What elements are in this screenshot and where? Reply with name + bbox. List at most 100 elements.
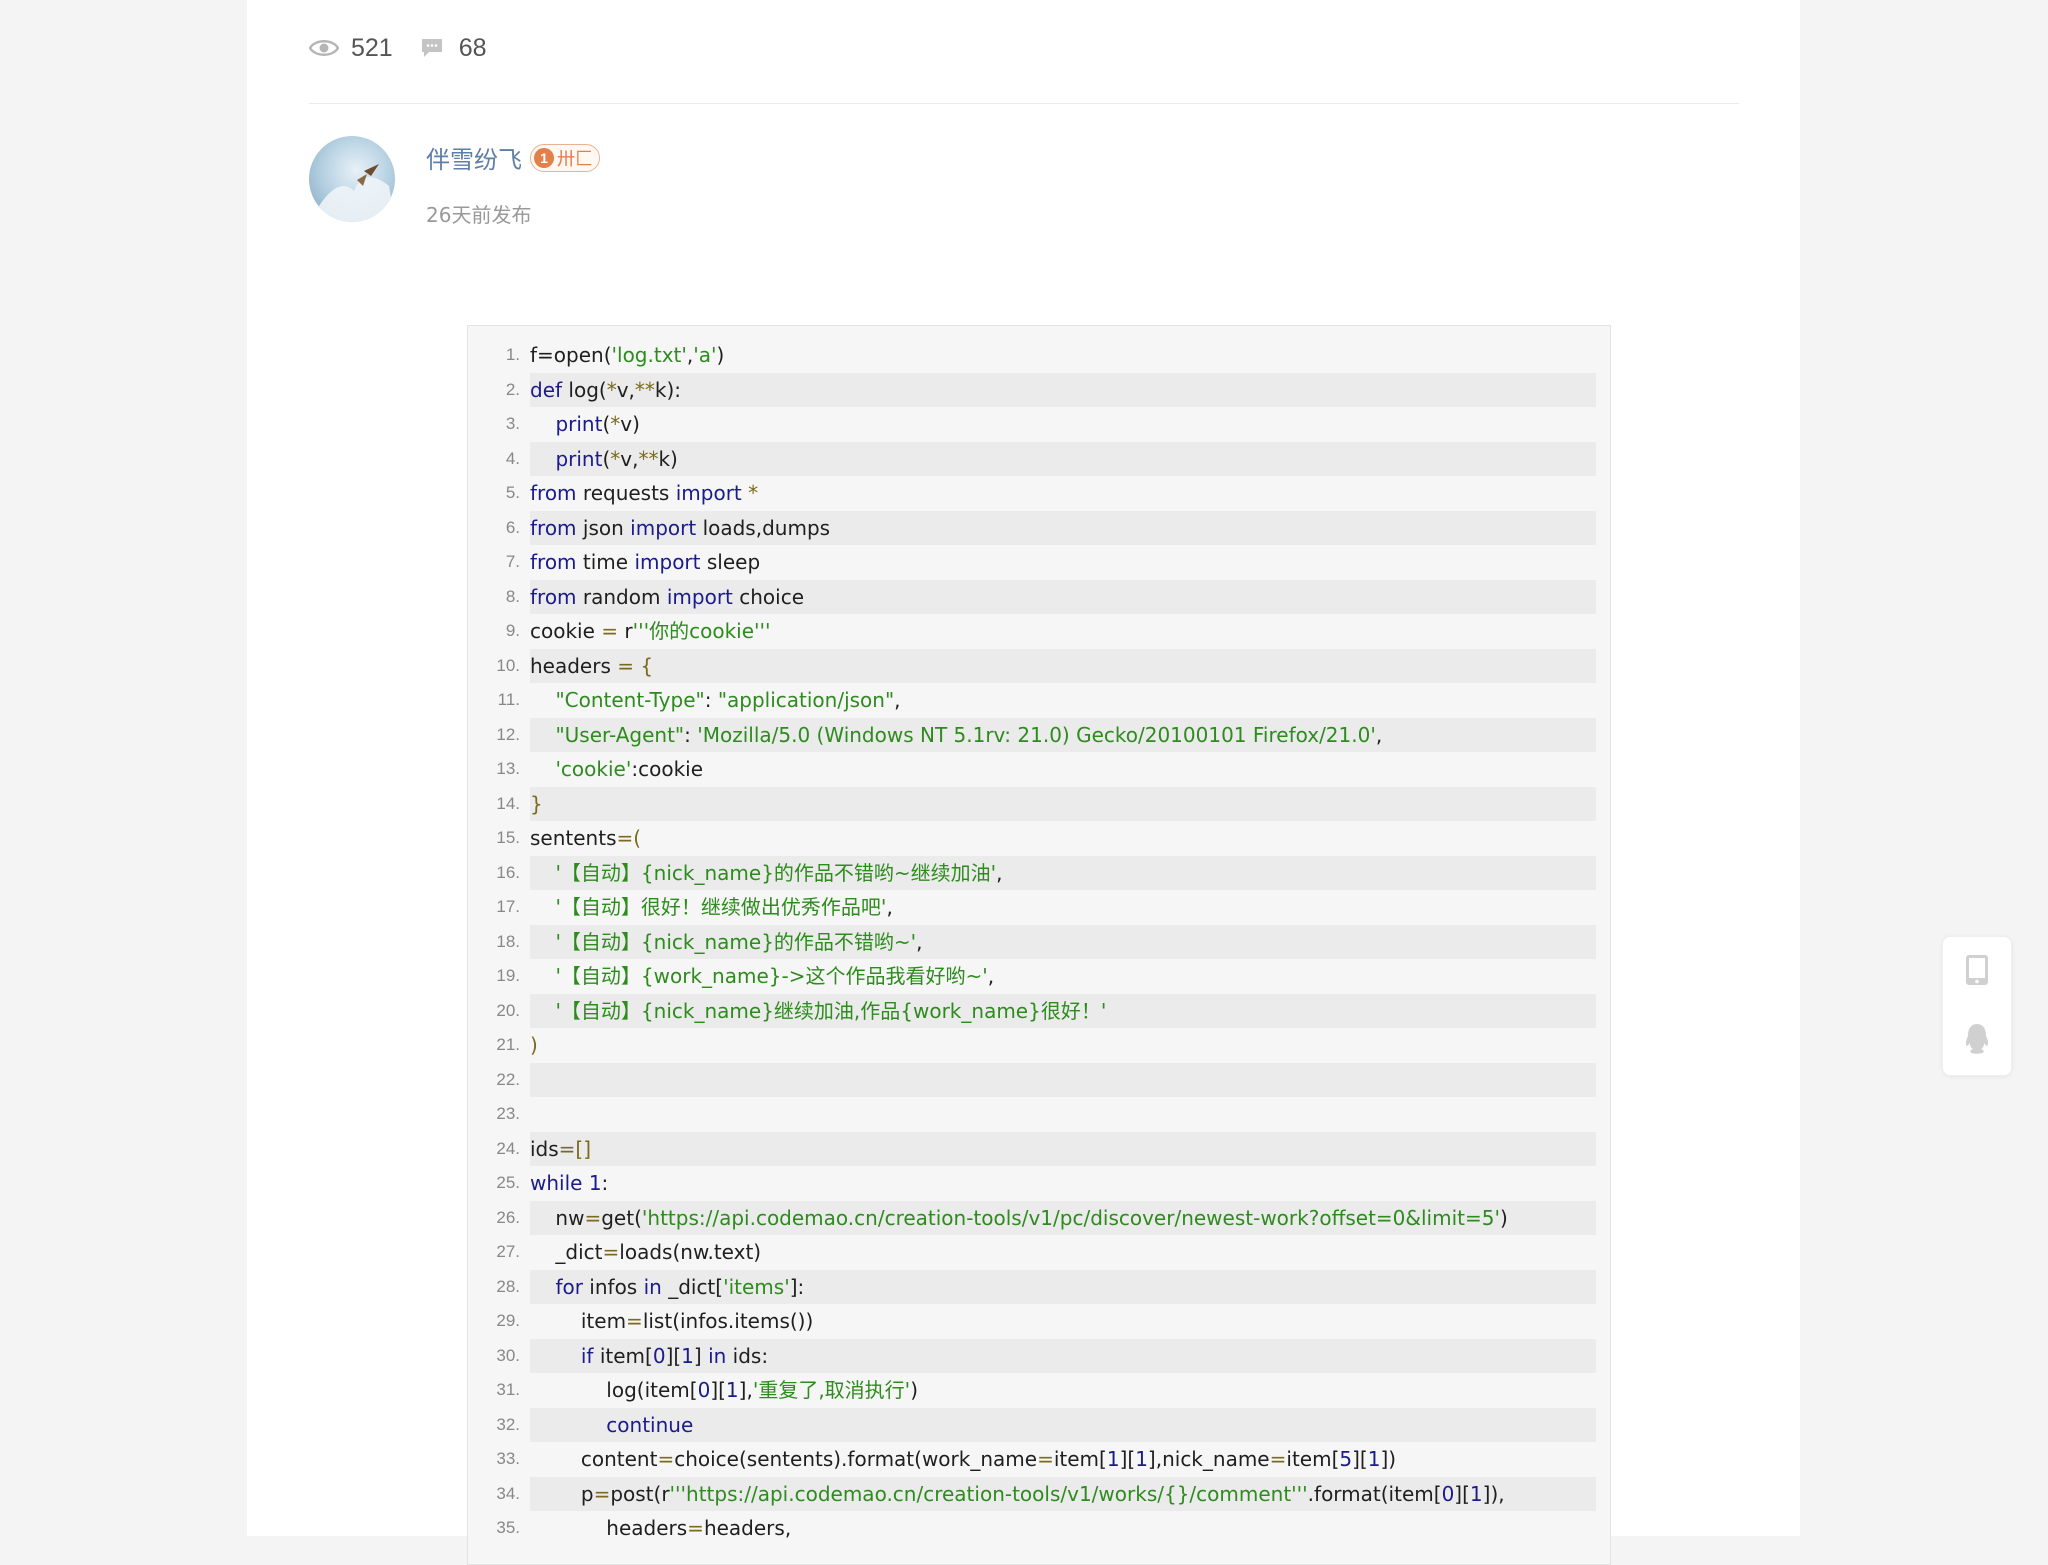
line-number: 11. [497,690,520,709]
code-token: ][ [665,1343,682,1368]
code-token: ids [530,1136,559,1161]
author-card: 伴雪纷飞 1 卅匚 26天前发布 [309,136,600,228]
code-token: * [748,481,759,505]
code-text: ) [530,1028,1596,1063]
code-token: ** [638,446,659,471]
code-token: 1 [1469,1481,1483,1506]
code-token: import [634,550,707,574]
line-number: 20. [496,1000,520,1020]
avatar[interactable] [309,136,395,222]
line-number: 25. [496,1173,520,1192]
code-text: } [530,786,1596,821]
code-text: if item[0][1] in ids: [530,1338,1596,1373]
code-token: = [1269,1447,1287,1471]
code-token: 1 [1106,1447,1120,1471]
code-token: ][ [1352,1447,1368,1471]
author-name-link[interactable]: 伴雪纷飞 [426,140,522,175]
code-token: in [643,1274,669,1299]
code-token: :cookie [631,757,704,781]
code-token: v) [620,412,640,436]
line-number: 26. [496,1207,520,1227]
line-number: 10. [496,655,520,675]
code-token: post(r [610,1481,670,1506]
code-text: "User-Agent": 'Mozilla/5.0 (Windows NT 5… [530,717,1596,752]
mobile-icon [1964,953,1990,991]
code-token: item [530,1309,627,1333]
code-token: 'log.txt' [611,343,687,367]
code-token: , [996,860,1003,885]
post-time: 26天前发布 [426,203,532,227]
code-token: : [704,688,718,712]
code-text: '【自动】{nick_name}的作品不错哟~', [530,924,1596,959]
line-number: 6. [505,517,520,537]
code-token: ][ [710,1378,726,1402]
code-token: in [708,1343,733,1368]
code-line: 28. for infos in _dict['items']: [468,1269,1610,1304]
code-token: continue [606,1412,694,1437]
code-token: } [530,791,543,816]
code-token: 'a' [693,343,717,367]
line-number: 19. [496,966,520,985]
code-text: cookie = r'''你的cookie''' [530,614,1596,649]
code-line: 25. while 1: [468,1166,1610,1201]
line-number: 22. [496,1069,520,1089]
comment-icon [417,33,447,63]
code-token: _dict[ [668,1274,724,1299]
code-token: from [530,550,583,574]
mobile-view-button[interactable] [1943,937,2011,1006]
floating-toolbar [1942,936,2012,1076]
code-line: 2. def log(*v,**k): [468,372,1610,407]
line-number: 1. [505,345,520,364]
code-block: 1. f=open('log.txt', 'a') 2. def log(*v,**k)… [467,325,1611,1565]
code-token: 'cookie' [555,757,632,781]
code-token: p [530,1481,594,1506]
author-info: 伴雪纷飞 1 卅匚 26天前发布 [426,136,600,228]
code-text: p=post(r'''https://api.codemao.cn/creati… [530,1476,1596,1511]
code-line: 11. "Content-Type": "application/json", [468,683,1610,718]
line-number: 21. [496,1035,520,1054]
view-count-value: 521 [351,33,393,62]
code-line: 3. print(*v) [468,407,1610,442]
code-token: content [530,1447,658,1471]
code-token: ) [910,1378,918,1402]
code-token: : [684,722,698,747]
code-text [530,1062,1596,1097]
code-text: item=list(infos.items()) [530,1304,1596,1339]
line-number: 35. [496,1518,520,1537]
code-token: "Content-Type" [555,688,705,712]
code-token: .format(item[ [1307,1481,1442,1506]
code-token: sentents [530,826,617,850]
line-number: 32. [496,1414,520,1434]
code-token: "application/json" [717,688,895,712]
code-token: , [1375,722,1383,747]
code-token: ], [738,1378,753,1402]
code-token: = [626,1309,643,1333]
code-line: 24. ids=[] [468,1131,1610,1166]
code-token: loads(nw.text) [619,1240,762,1264]
code-token: nw [530,1205,585,1230]
code-token: f=open( [530,343,612,367]
code-token: ) [1499,1205,1508,1230]
code-token: json [582,515,631,540]
code-text: from requests import * [530,476,1596,511]
qq-share-button[interactable] [1943,1006,2011,1075]
code-token: '【自动】很好！继续做出优秀作品吧' [555,895,887,919]
code-line: 21.) [468,1028,1610,1063]
code-token: requests [582,481,676,505]
code-token: '重复了,取消执行' [752,1378,911,1402]
level-label: 卅匚 [557,148,593,170]
post-page: 521 68 伴雪纷飞 1 卅匚 26天前发布 1. f=open('log.t… [247,0,1800,1565]
code-text: headers=headers, [530,1511,1596,1546]
code-token: 0 [1441,1481,1455,1506]
code-text: 'cookie':cookie [530,752,1596,787]
code-token: = [687,1516,704,1540]
code-token: = [657,1447,675,1471]
code-token: item[ [1286,1447,1340,1471]
line-number: 9. [505,621,520,640]
code-line: 30. if item[0][1] in ids: [468,1338,1610,1373]
code-token: 0 [652,1343,666,1368]
